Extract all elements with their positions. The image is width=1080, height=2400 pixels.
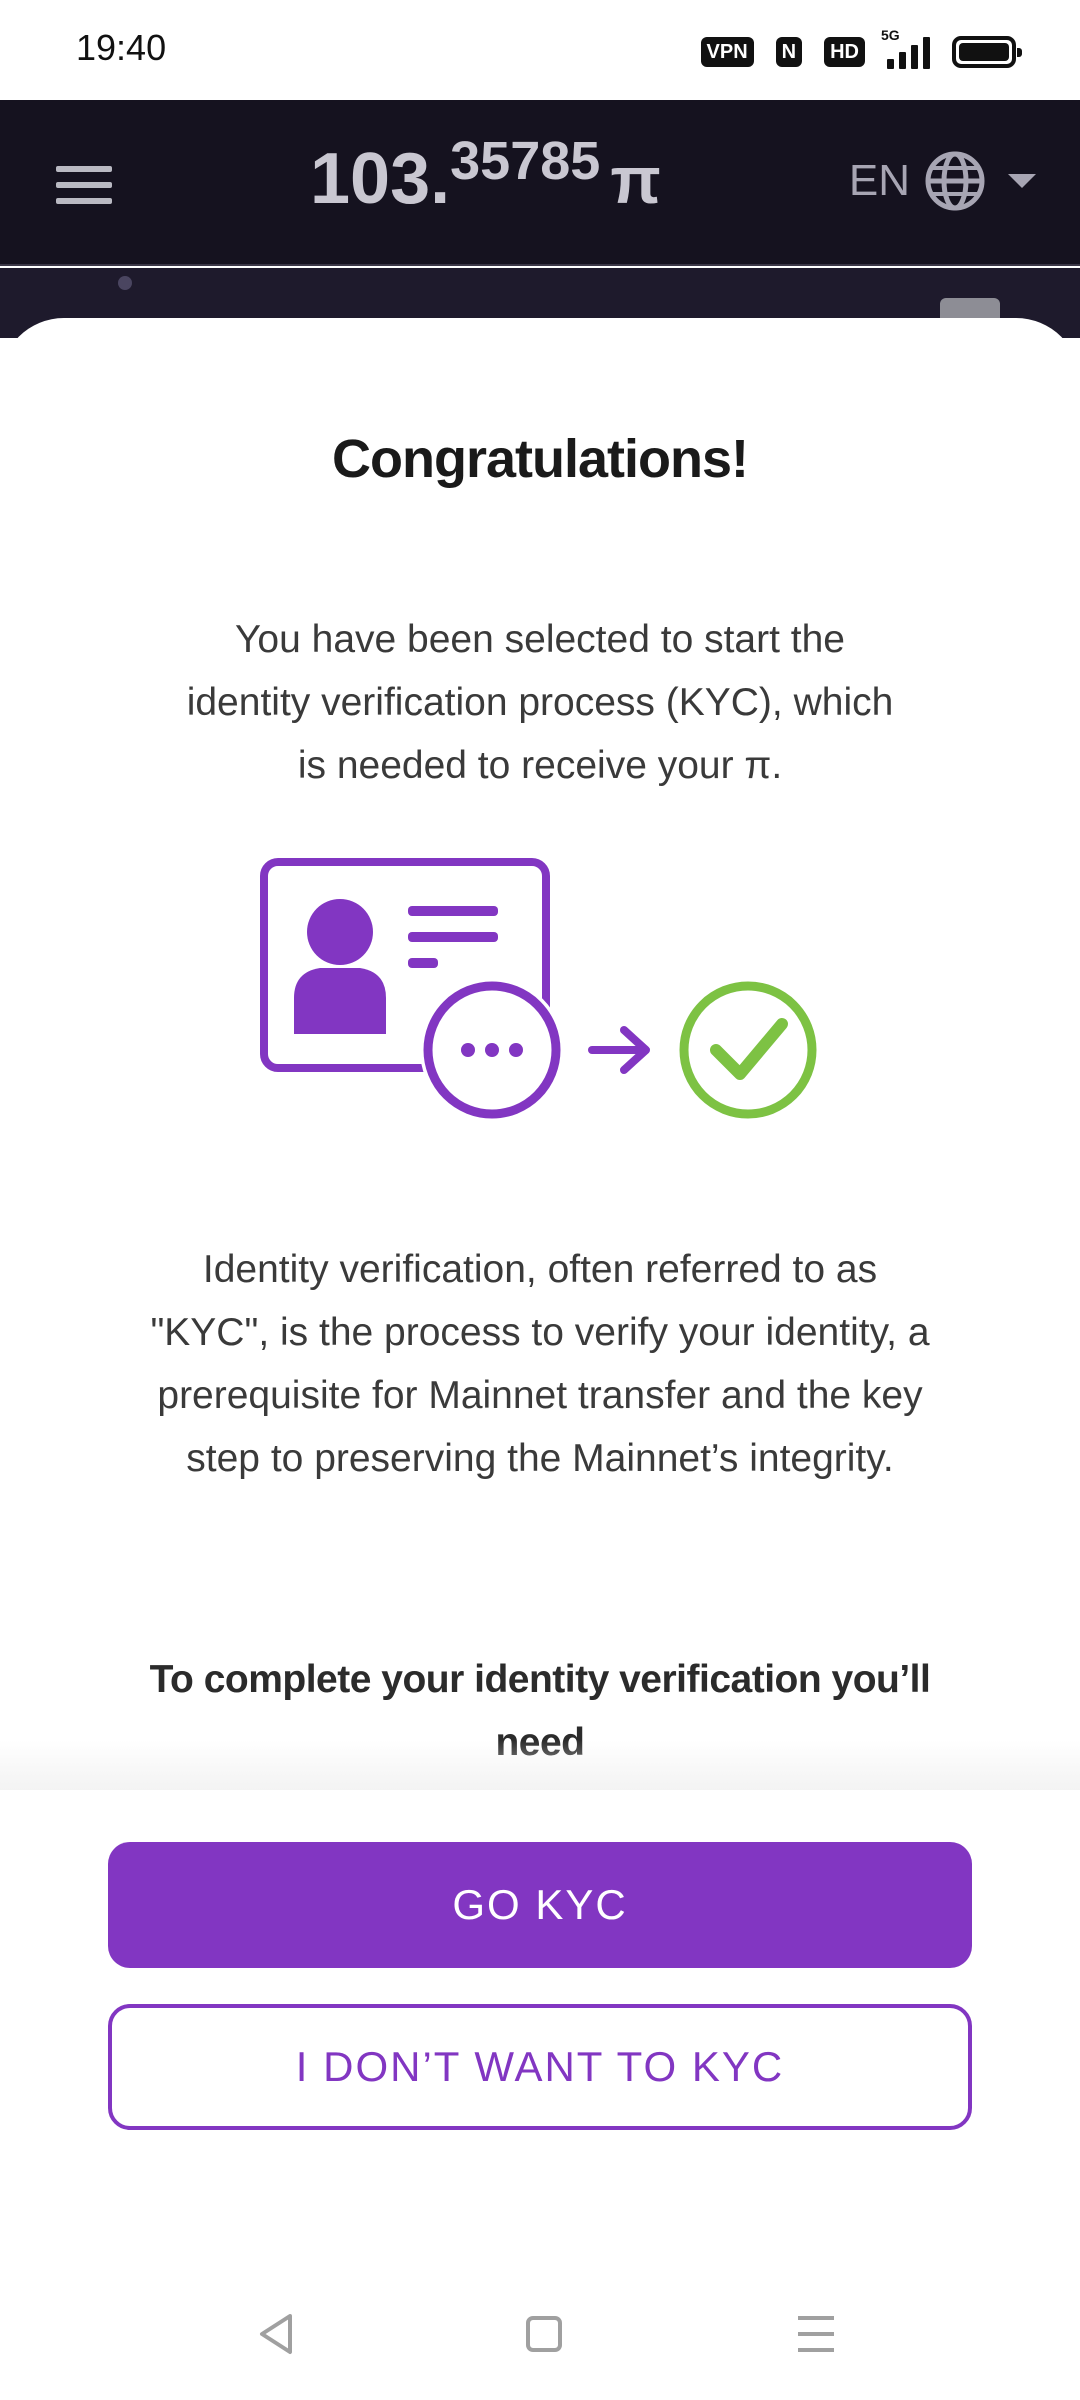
pi-symbol: π	[610, 143, 661, 217]
chevron-down-icon	[1008, 174, 1036, 188]
sheet-title: Congratulations!	[332, 429, 749, 489]
intro-text: You have been selected to start the iden…	[186, 618, 894, 787]
decline-kyc-button[interactable]: I DON’T WANT TO KYC	[108, 2004, 972, 2130]
system-nav-bar	[0, 2290, 1080, 2400]
scroll-fade	[0, 1740, 1080, 1790]
status-bar: 19:40 VPN N HD 5G	[0, 0, 1080, 100]
nfc-icon: N	[775, 37, 803, 67]
app-header: 103.35785 π EN	[0, 100, 1080, 266]
balance-integer: 103.	[310, 139, 451, 219]
go-kyc-button[interactable]: GO KYC	[108, 1842, 972, 1968]
vpn-icon: VPN	[700, 37, 754, 67]
status-time: 19:40	[76, 27, 167, 68]
balance-decimal: 35785	[450, 131, 601, 191]
back-icon[interactable]	[256, 2312, 296, 2356]
home-icon[interactable]	[526, 2316, 562, 2352]
kyc-explanation-text: Identity verification, often referred to…	[150, 1248, 930, 1480]
action-area: GO KYC I DON’T WANT TO KYC	[0, 1790, 1080, 2290]
cell-signal-icon: 5G	[881, 27, 930, 69]
globe-icon	[925, 151, 985, 211]
network-type: 5G	[881, 27, 900, 43]
battery-icon	[952, 36, 1022, 68]
recents-icon[interactable]	[798, 2316, 834, 2364]
kyc-illustration-icon	[260, 858, 817, 1122]
status-icons: VPN N HD 5G	[700, 27, 1022, 72]
hd-icon: HD	[824, 37, 865, 67]
hamburger-menu-icon[interactable]	[56, 166, 112, 204]
language-label: EN	[848, 156, 910, 205]
pi-balance: 103.35785 π	[310, 131, 661, 220]
language-selector[interactable]: EN	[849, 150, 1036, 212]
